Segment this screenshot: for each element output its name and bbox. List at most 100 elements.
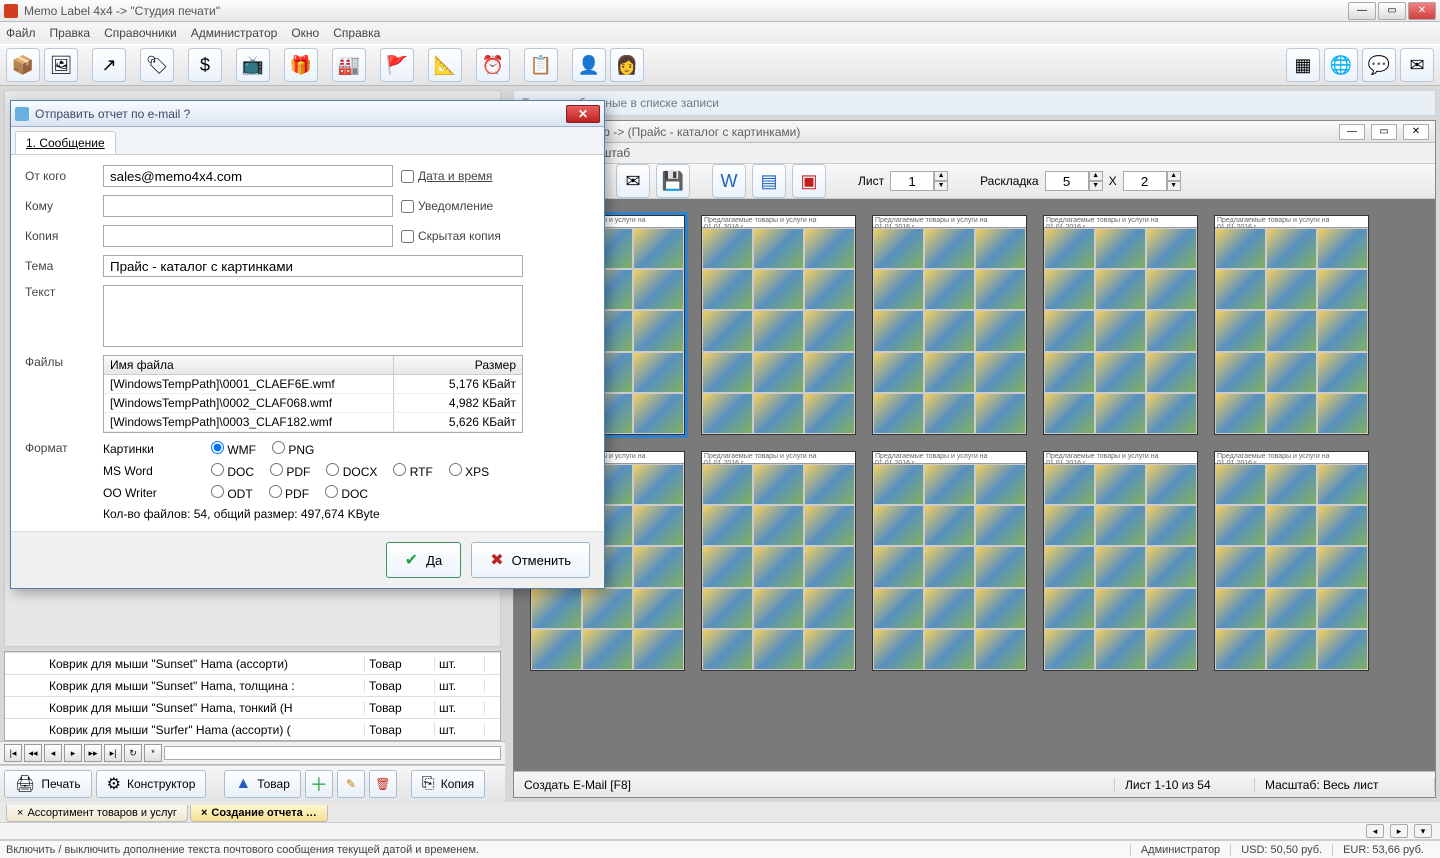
preview-doc-icon[interactable]: ▤ (752, 164, 786, 198)
add-button[interactable]: ＋ (305, 770, 333, 798)
dialog-close-button[interactable]: ✕ (566, 105, 600, 123)
sheet-input[interactable] (890, 171, 934, 191)
nav-prev[interactable]: ◂ (44, 744, 62, 762)
subject-input[interactable] (103, 255, 523, 277)
preview-page-7[interactable]: Предлагаемые товары и услуги на 01.01.20… (701, 451, 856, 671)
data-grid[interactable]: Коврик для мыши "Sunset" Hama (ассорти)Т… (4, 651, 501, 741)
to-input[interactable] (103, 195, 393, 217)
preview-mail-icon[interactable]: ✉ (616, 164, 650, 198)
files-table[interactable]: Имя файлаРазмер [WindowsTempPath]\0001_C… (103, 355, 523, 433)
fmt-png-radio[interactable]: PNG (272, 441, 314, 457)
notify-checkbox[interactable]: Уведомление (401, 199, 493, 213)
tabs-right-button[interactable]: ▸ (1390, 824, 1408, 838)
bcc-checkbox[interactable]: Скрытая копия (401, 229, 501, 243)
preview-min-button[interactable]: — (1339, 124, 1365, 140)
layout-cols-input[interactable] (1045, 171, 1089, 191)
fmt-pdf-radio[interactable]: PDF (270, 463, 310, 479)
preview-max-button[interactable]: ▭ (1371, 124, 1397, 140)
preview-save-icon[interactable]: 💾 (656, 164, 690, 198)
layout-rows-spinner[interactable]: ▲▼ (1123, 171, 1181, 191)
tool-tv[interactable]: 📺 (236, 48, 270, 82)
tool-gift[interactable]: 🎁 (284, 48, 318, 82)
nav-next-page[interactable]: ▸▸ (84, 744, 102, 762)
doc-tab-report[interactable]: ×Создание отчета … (190, 805, 328, 822)
tool-ruler[interactable]: 📐 (428, 48, 462, 82)
delete-button[interactable]: 🗑 (369, 770, 397, 798)
edit-button[interactable]: ✎ (337, 770, 365, 798)
ok-button[interactable]: ✔Да (386, 542, 461, 578)
preview-close-button[interactable]: ✕ (1403, 124, 1429, 140)
menu-help[interactable]: Справка (333, 26, 380, 40)
fmt-odt-radio[interactable]: ODT (211, 485, 253, 501)
preview-page-8[interactable]: Предлагаемые товары и услуги на 01.01.20… (872, 451, 1027, 671)
nav-refresh[interactable]: ↻ (124, 744, 142, 762)
tool-factory[interactable]: 🏭 (332, 48, 366, 82)
nav-last[interactable]: ▸| (104, 744, 122, 762)
preview-page-5[interactable]: Предлагаемые товары и услуги на 01.01.20… (1214, 215, 1369, 435)
item-button[interactable]: ▲Товар (224, 770, 301, 798)
datetime-checkbox[interactable]: Дата и время (401, 169, 492, 183)
preview-word-icon[interactable]: W (712, 164, 746, 198)
tabs-menu-button[interactable]: ▾ (1414, 824, 1432, 838)
dialog-tab-message[interactable]: 1. Сообщение (15, 131, 116, 154)
fmt-doc2-radio[interactable]: DOC (325, 485, 368, 501)
menu-refs[interactable]: Справочники (104, 26, 177, 40)
layout-rows-input[interactable] (1123, 171, 1167, 191)
menu-window[interactable]: Окно (291, 26, 319, 40)
sheet-up[interactable]: ▲ (934, 171, 948, 181)
builder-button[interactable]: ⚙Конструктор (96, 770, 207, 798)
tool-mail[interactable]: ✉ (1400, 48, 1434, 82)
window-maximize-button[interactable]: ▭ (1378, 2, 1406, 20)
tool-globe[interactable]: 🌐 (1324, 48, 1358, 82)
tab-close-icon[interactable]: × (17, 807, 23, 819)
from-input[interactable] (103, 165, 393, 187)
window-close-button[interactable]: ✕ (1408, 2, 1436, 20)
copy-button[interactable]: ⎘Копия (411, 770, 485, 798)
tool-box[interactable]: 📦 (6, 48, 40, 82)
menu-edit[interactable]: Правка (50, 26, 91, 40)
document-tabs: ×Ассортимент товаров и услуг ×Создание о… (6, 805, 328, 822)
fmt-pdf2-radio[interactable]: PDF (269, 485, 309, 501)
preview-page-2[interactable]: Предлагаемые товары и услуги на 01.01.20… (701, 215, 856, 435)
preview-page-10[interactable]: Предлагаемые товары и услуги на 01.01.20… (1214, 451, 1369, 671)
tool-user-m[interactable]: 👤 (572, 48, 606, 82)
window-minimize-button[interactable]: — (1348, 2, 1376, 20)
sheet-spinner[interactable]: ▲▼ (890, 171, 948, 191)
tool-clock[interactable]: ⏰ (476, 48, 510, 82)
nav-first[interactable]: |◂ (4, 744, 22, 762)
tabs-left-button[interactable]: ◂ (1366, 824, 1384, 838)
preview-page-area[interactable]: Предлагаемые товары и услуги на 01.01.20… (514, 199, 1435, 771)
fmt-wmf-radio[interactable]: WMF (211, 441, 256, 457)
nav-scrollbar[interactable] (164, 746, 501, 760)
nav-prev-page[interactable]: ◂◂ (24, 744, 42, 762)
tool-image[interactable]: 🖼 (44, 48, 78, 82)
menu-file[interactable]: Файл (6, 26, 36, 40)
nav-star[interactable]: * (144, 744, 162, 762)
tool-list[interactable]: 📋 (524, 48, 558, 82)
tool-stamp[interactable]: ▦ (1286, 48, 1320, 82)
layout-cols-spinner[interactable]: ▲▼ (1045, 171, 1103, 191)
preview-page-9[interactable]: Предлагаемые товары и услуги на 01.01.20… (1043, 451, 1198, 671)
fmt-xps-radio[interactable]: XPS (449, 463, 489, 479)
cc-input[interactable] (103, 225, 393, 247)
tool-flag[interactable]: 🚩 (380, 48, 414, 82)
fmt-doc-radio[interactable]: DOC (211, 463, 254, 479)
tab-close-icon[interactable]: × (201, 807, 207, 819)
cancel-button[interactable]: ✖Отменить (471, 542, 590, 578)
tool-money[interactable]: $ (188, 48, 222, 82)
fmt-docx-radio[interactable]: DOCX (326, 463, 377, 479)
sheet-down[interactable]: ▼ (934, 181, 948, 191)
tool-arrow[interactable]: ↗ (92, 48, 126, 82)
tool-user-f[interactable]: 👩 (610, 48, 644, 82)
nav-next[interactable]: ▸ (64, 744, 82, 762)
print-button[interactable]: 🖨Печать (4, 770, 92, 798)
doc-tab-assortment[interactable]: ×Ассортимент товаров и услуг (6, 805, 188, 822)
tool-tag[interactable]: 🏷 (140, 48, 174, 82)
menu-admin[interactable]: Администратор (191, 26, 278, 40)
tool-chat[interactable]: 💬 (1362, 48, 1396, 82)
preview-page-4[interactable]: Предлагаемые товары и услуги на 01.01.20… (1043, 215, 1198, 435)
fmt-rtf-radio[interactable]: RTF (393, 463, 432, 479)
preview-pdf-icon[interactable]: ▣ (792, 164, 826, 198)
preview-page-3[interactable]: Предлагаемые товары и услуги на 01.01.20… (872, 215, 1027, 435)
body-textarea[interactable] (103, 285, 523, 347)
